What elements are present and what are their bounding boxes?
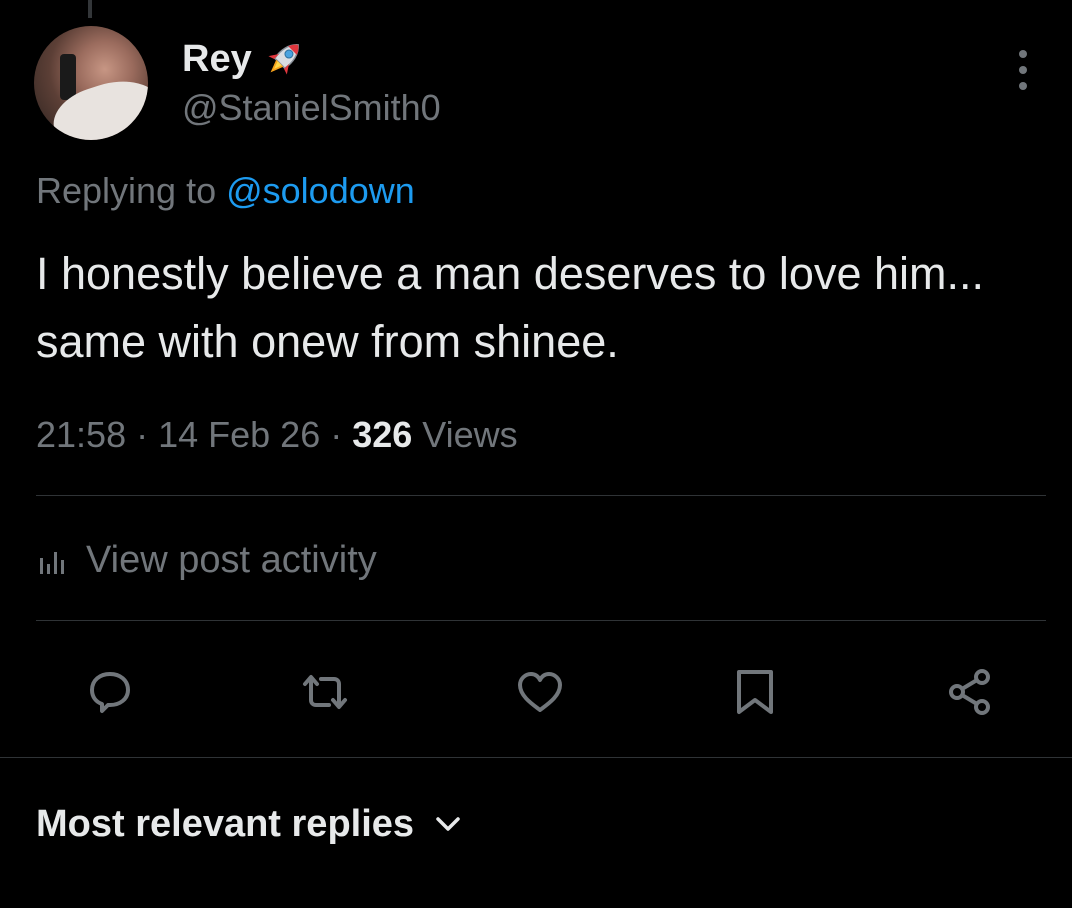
more-options-icon[interactable] <box>1008 50 1038 90</box>
tweet-date[interactable]: 14 Feb 26 <box>158 414 320 455</box>
replies-sort-label: Most relevant replies <box>36 803 415 845</box>
views-count: 326 <box>352 414 413 455</box>
avatar[interactable] <box>34 26 148 140</box>
author-handle[interactable]: @StanielSmith0 <box>182 86 441 130</box>
divider <box>36 495 1046 496</box>
replying-to-line: Replying to @solodown <box>36 168 415 214</box>
share-icon <box>949 669 990 715</box>
rocket-icon <box>268 44 299 75</box>
like-button[interactable] <box>508 660 572 724</box>
replies-sort-dropdown[interactable]: Most relevant replies <box>36 798 464 850</box>
more-dot <box>1019 66 1027 74</box>
view-post-activity-label: View post activity <box>86 539 377 581</box>
meta-separator: · <box>126 414 159 455</box>
repost-icon <box>303 675 347 709</box>
replying-mention-link[interactable]: @solodown <box>226 170 415 211</box>
bookmark-icon <box>737 670 773 714</box>
reply-button[interactable] <box>78 660 142 724</box>
author-name-row: Rey <box>182 36 308 82</box>
replying-prefix: Replying to <box>36 170 227 211</box>
avatar-phone-detail <box>60 54 76 100</box>
more-dot <box>1019 50 1027 58</box>
views-label: Views <box>412 414 518 455</box>
more-dot <box>1019 82 1027 90</box>
like-icon <box>518 672 562 712</box>
tweet-text: I honestly believe a man deserves to lov… <box>36 248 984 367</box>
share-button[interactable] <box>938 660 1002 724</box>
repost-button[interactable] <box>293 660 357 724</box>
reply-icon <box>90 672 130 713</box>
author-display-name[interactable]: Rey <box>182 36 252 82</box>
thread-connector-line <box>88 0 92 18</box>
tweet-meta: 21:58 · 14 Feb 26 · 326 Views <box>36 410 518 460</box>
divider <box>36 620 1046 621</box>
view-post-activity-button[interactable]: View post activity <box>36 534 377 586</box>
action-bar <box>0 660 1072 724</box>
chevron-down-icon <box>436 817 460 831</box>
bookmark-button[interactable] <box>723 660 787 724</box>
analytics-icon <box>40 552 64 574</box>
meta-separator: · <box>320 414 353 455</box>
tweet-time[interactable]: 21:58 <box>36 414 126 455</box>
divider <box>0 757 1072 758</box>
